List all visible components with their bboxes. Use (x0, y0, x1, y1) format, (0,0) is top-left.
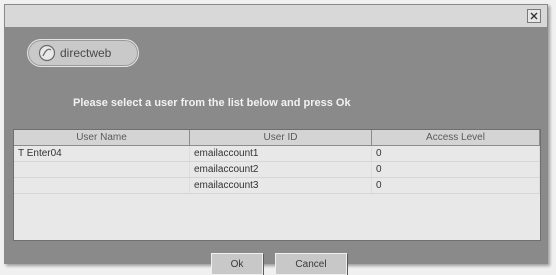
column-header-access-level[interactable]: Access Level (372, 130, 540, 146)
user-list-table: User Name User ID Access Level T Enter04… (13, 129, 541, 241)
title-bar (5, 5, 547, 27)
access-level-cell: 0 (372, 162, 540, 177)
access-level-cell: 0 (372, 146, 540, 161)
logo-text: directweb (60, 46, 112, 60)
table-header: User Name User ID Access Level (14, 130, 540, 146)
dialog-body: directweb Please select a user from the … (5, 27, 547, 275)
user-id-cell: emailaccount2 (190, 162, 372, 177)
user-name-cell: T Enter04 (14, 146, 190, 161)
directweb-logo-icon (38, 44, 56, 62)
directweb-logo: directweb (27, 39, 139, 67)
user-name-cell (14, 162, 190, 177)
close-icon (530, 12, 538, 20)
user-id-cell: emailaccount3 (190, 178, 372, 193)
user-id-cell: emailaccount1 (190, 146, 372, 161)
table-row[interactable]: T Enter04 emailaccount1 0 (14, 146, 540, 162)
column-header-user-id[interactable]: User ID (190, 130, 372, 146)
select-user-dialog: directweb Please select a user from the … (4, 4, 548, 275)
instruction-text: Please select a user from the list below… (73, 97, 351, 109)
close-button[interactable] (527, 9, 541, 23)
table-row[interactable]: emailaccount3 0 (14, 178, 540, 194)
user-name-cell (14, 178, 190, 193)
access-level-cell: 0 (372, 178, 540, 193)
table-row[interactable]: emailaccount2 0 (14, 162, 540, 178)
column-header-user-name[interactable]: User Name (14, 130, 190, 146)
